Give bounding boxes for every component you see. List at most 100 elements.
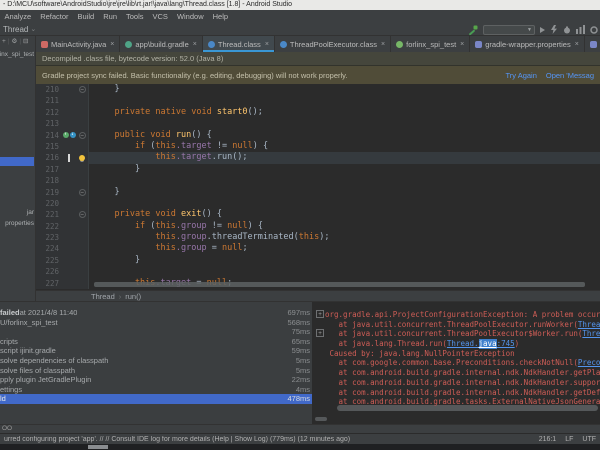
build-tree-row[interactable]: script ijinit.gradle59ms — [0, 346, 312, 356]
profiler-icon[interactable] — [576, 25, 585, 34]
build-tree-row[interactable]: 75ms — [0, 327, 312, 337]
menu-build[interactable]: Build — [73, 12, 99, 21]
editor-line[interactable]: 213 — [36, 118, 600, 129]
close-icon[interactable]: × — [381, 41, 385, 48]
run-icon[interactable] — [540, 27, 545, 33]
editor-line[interactable]: 220 — [36, 198, 600, 209]
fold-icon[interactable]: − — [79, 86, 86, 93]
fold-icon[interactable]: − — [79, 132, 86, 139]
project-tree-item[interactable]: properties — [0, 219, 34, 228]
editor-line[interactable]: 216 this.target.run(); — [36, 152, 600, 163]
close-icon[interactable]: × — [193, 41, 197, 48]
breadcrumb[interactable]: Thread — [0, 25, 28, 34]
try-again-link[interactable]: Try Again — [505, 71, 536, 80]
editor-hscrollbar[interactable] — [94, 282, 595, 287]
gradle-sync-icon[interactable] — [468, 25, 478, 35]
breadcrumb-class[interactable]: Thread — [91, 292, 115, 301]
menu-help[interactable]: Help — [208, 12, 232, 21]
menu-tools[interactable]: Tools — [122, 12, 149, 21]
plus-icon[interactable]: + — [2, 38, 6, 45]
close-icon[interactable]: × — [110, 41, 114, 48]
tab-app-build.gradle[interactable]: app\build.gradle× — [120, 36, 202, 52]
tab-forlinx-spi-test[interactable]: forlinx_spi_test× — [391, 36, 470, 52]
intention-bulb-icon[interactable] — [79, 155, 85, 161]
build-tree-row[interactable]: failed at 2021/4/8 11:40697ms — [0, 308, 312, 318]
file-encoding[interactable]: UTF — [582, 436, 596, 443]
attach-debugger-icon[interactable] — [590, 26, 598, 34]
run-config-dropdown[interactable]: ▼ — [483, 25, 535, 35]
editor-line[interactable]: 218 — [36, 175, 600, 186]
fold-icon[interactable]: − — [79, 211, 86, 218]
apply-changes-icon[interactable] — [550, 25, 558, 34]
line-ending[interactable]: LF — [565, 436, 573, 443]
implemented-icon[interactable]: ↓ — [70, 132, 76, 138]
stacktrace-link[interactable]: Preconditions.ja — [578, 358, 600, 368]
gutter-spacer — [316, 378, 324, 386]
tab-mainactivity.java[interactable]: MainActivity.java× — [36, 36, 120, 52]
toolwindow-button[interactable]: OO — [2, 425, 12, 432]
editor-line[interactable]: 217 } — [36, 164, 600, 175]
tab-label: gradle-wrapper.properties — [485, 40, 570, 49]
fold-icon[interactable]: − — [79, 189, 86, 196]
project-tree-item[interactable]: jar — [0, 208, 34, 217]
code-token: start0 — [217, 107, 248, 117]
editor-line[interactable]: 224 this.group = null; — [36, 243, 600, 254]
editor-line[interactable]: 223 this.group.threadTerminated(this); — [36, 232, 600, 243]
build-tree-row[interactable]: solve files of classpath5ms — [0, 366, 312, 376]
menu-window[interactable]: Window — [172, 12, 208, 21]
menu-run[interactable]: Run — [99, 12, 122, 21]
scrollbar-thumb[interactable] — [94, 282, 585, 287]
overrides-icon[interactable]: ↑ — [63, 132, 69, 138]
editor-line[interactable]: 222 if (this.group != null) { — [36, 221, 600, 232]
console-scrollbar-corner[interactable] — [315, 417, 327, 421]
editor-line[interactable]: 225 } — [36, 255, 600, 266]
gutter-spacer — [316, 368, 324, 376]
build-tree-row[interactable]: ettings4ms — [0, 385, 312, 395]
editor-line[interactable]: 215 if (this.target != null) { — [36, 141, 600, 152]
menu-refactor[interactable]: Refactor — [36, 12, 73, 21]
stacktrace-link[interactable]: ThreadPoolExecu — [582, 329, 600, 339]
debug-icon[interactable] — [563, 26, 571, 34]
expand-icon[interactable]: + — [316, 329, 324, 337]
fold-column — [76, 141, 89, 152]
editor-line[interactable]: 221− private void exit() { — [36, 209, 600, 220]
editor-line[interactable]: 211 — [36, 95, 600, 106]
build-tree-row[interactable]: ld478ms — [0, 394, 312, 404]
editor-line[interactable]: 210− } — [36, 84, 600, 95]
close-icon[interactable]: × — [575, 41, 579, 48]
editor-line[interactable]: 219− } — [36, 187, 600, 198]
caret-position[interactable]: 216:1 — [539, 436, 557, 443]
editor-line[interactable]: 212 private native void start0(); — [36, 107, 600, 118]
fold-column — [76, 278, 89, 289]
project-tree-item[interactable] — [0, 157, 34, 166]
stacktrace-link[interactable]: java — [479, 339, 497, 349]
line-number: 219 — [36, 187, 62, 198]
tab-gradle.properties[interactable]: gradle.properties× — [585, 36, 600, 52]
menu-analyze[interactable]: Analyze — [0, 12, 36, 21]
build-console[interactable]: +org.gradle.api.ProjectConfigurationExce… — [313, 302, 600, 424]
stacktrace-link[interactable]: :745 — [497, 339, 515, 349]
close-icon[interactable]: × — [460, 41, 464, 48]
gear-icon[interactable]: ⚙ — [12, 37, 18, 45]
project-tree-item[interactable]: rlinx_spi_test — [0, 50, 34, 59]
stacktrace-link[interactable]: Thread. — [447, 339, 479, 349]
tab-threadpoolexecutor.class[interactable]: ThreadPoolExecutor.class× — [275, 36, 391, 52]
build-tree-row[interactable]: pply plugin JetGradlePlugin22ms — [0, 375, 312, 385]
tab-gradle-wrapper.properties[interactable]: gradle-wrapper.properties × — [470, 36, 585, 52]
menu-vcs[interactable]: VCS — [148, 12, 172, 21]
close-icon[interactable]: × — [265, 41, 269, 48]
build-tree-row[interactable]: U/forlinx_spi_test568ms — [0, 318, 312, 328]
editor-line[interactable]: 226 — [36, 266, 600, 277]
stacktrace-link[interactable]: ThreadPoolExecut — [578, 320, 600, 330]
expand-icon[interactable]: + — [316, 310, 324, 318]
project-panel: + | ⚙ | ⊟ rlinx_spi_testjarproperties — [0, 36, 36, 301]
build-tree-row[interactable]: solve dependencies of classpath5ms — [0, 356, 312, 366]
tab-thread.class[interactable]: Thread.class× — [203, 36, 275, 52]
code-editor[interactable]: 210− }211212 private native void start0(… — [36, 84, 600, 290]
open-messages-link[interactable]: Open 'Messag — [546, 71, 594, 80]
breadcrumb-method[interactable]: run() — [125, 292, 141, 301]
hide-panel-icon[interactable]: ⊟ — [23, 37, 28, 45]
build-tree-row[interactable]: cripts65ms — [0, 337, 312, 347]
editor-line[interactable]: 214↑↓− public void run() { — [36, 130, 600, 141]
fold-column — [76, 107, 89, 118]
